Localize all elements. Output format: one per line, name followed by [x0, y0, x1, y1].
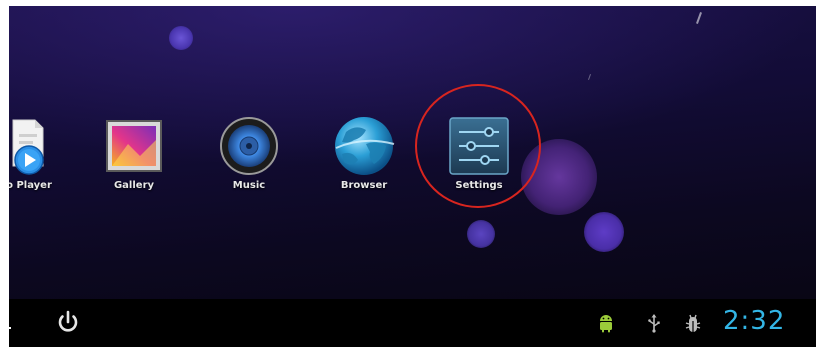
- music-speaker-icon: [199, 114, 299, 178]
- nav-edge-marker: [9, 327, 11, 329]
- globe-browser-icon: [314, 114, 414, 178]
- gallery-icon: [84, 114, 184, 178]
- usb-debugging-icon[interactable]: [684, 312, 702, 338]
- system-bar: [9, 299, 816, 347]
- app-label: Browser: [340, 180, 388, 191]
- app-video-player[interactable]: o Player: [9, 114, 79, 191]
- app-label: o Player: [9, 180, 52, 191]
- highlight-annotation-circle: [415, 84, 541, 208]
- app-label: Music: [232, 180, 266, 191]
- wallpaper-bokeh: [467, 220, 495, 248]
- app-music[interactable]: Music: [199, 114, 299, 191]
- wallpaper-bokeh: [169, 26, 193, 50]
- usb-icon[interactable]: [647, 313, 661, 337]
- android-notification-icon[interactable]: [597, 313, 615, 337]
- app-gallery[interactable]: Gallery: [84, 114, 184, 191]
- video-player-icon: [9, 114, 79, 178]
- android-home-screen: o Player Gallery Music Browser Settings …: [9, 6, 816, 347]
- wallpaper: o Player Gallery Music Browser Settings: [9, 6, 816, 299]
- wallpaper-bokeh: [584, 212, 624, 252]
- app-browser[interactable]: Browser: [314, 114, 414, 191]
- power-icon[interactable]: [56, 310, 80, 340]
- status-clock[interactable]: 2:32: [723, 306, 803, 336]
- app-label: Gallery: [113, 180, 155, 191]
